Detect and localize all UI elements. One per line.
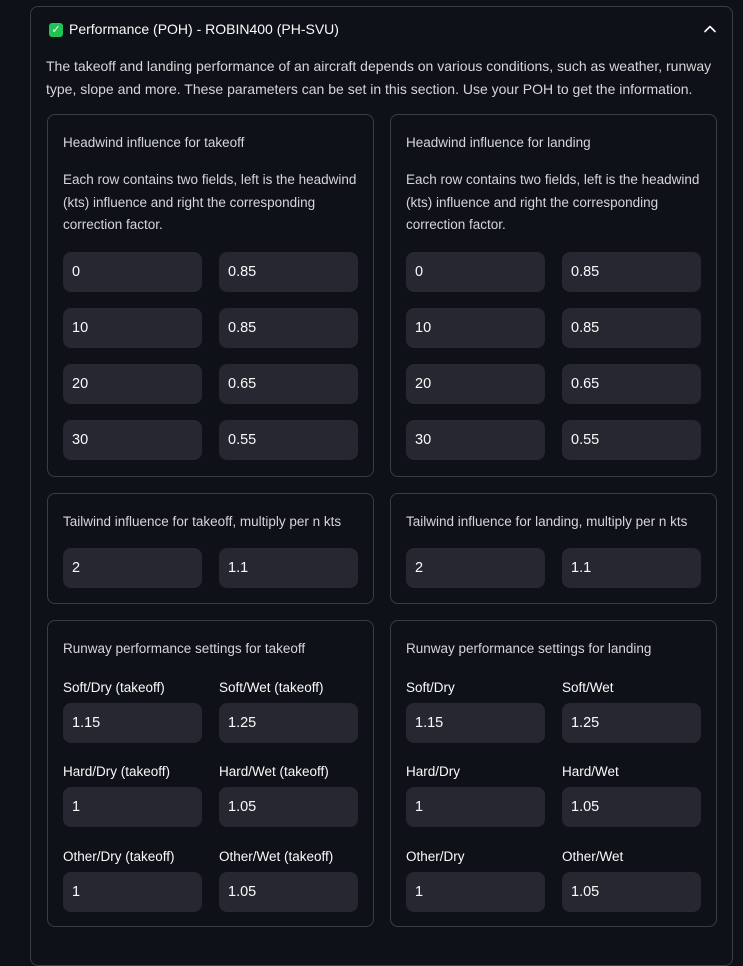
headwind-kts-input[interactable]: 10 <box>406 308 545 348</box>
headwind-factor-input[interactable]: 0.55 <box>219 420 358 460</box>
soft-wet-input[interactable]: 1.25 <box>562 703 701 743</box>
headwind-kts-input[interactable]: 0 <box>406 252 545 292</box>
card-title: Tailwind influence for landing, multiply… <box>406 514 688 529</box>
tailwind-takeoff-card: Tailwind influence for takeoff, multiply… <box>47 493 374 604</box>
expander-description: The takeoff and landing performance of a… <box>46 58 712 97</box>
hard-dry-label: Hard/Dry (takeoff) <box>63 764 171 779</box>
tailwind-factor-input[interactable]: 1.1 <box>562 548 701 588</box>
other-wet-input[interactable]: 1.05 <box>562 872 701 912</box>
soft-dry-input[interactable]: 1.15 <box>63 703 202 743</box>
soft-wet-label: Soft/Wet <box>562 680 614 695</box>
card-title: Headwind influence for takeoff <box>63 135 245 150</box>
headwind-kts-input[interactable]: 0 <box>63 252 202 292</box>
soft-dry-label: Soft/Dry (takeoff) <box>63 680 165 695</box>
other-dry-label: Other/Dry <box>406 849 465 864</box>
chevron-up-icon[interactable] <box>702 21 718 37</box>
tailwind-factor-input[interactable]: 1.1 <box>219 548 358 588</box>
hard-wet-input[interactable]: 1.05 <box>219 787 358 827</box>
hard-dry-label: Hard/Dry <box>406 764 461 779</box>
card-title: Runway performance settings for takeoff <box>63 641 306 656</box>
other-dry-label: Other/Dry (takeoff) <box>63 849 175 864</box>
other-wet-label: Other/Wet <box>562 849 624 864</box>
card-title: Runway performance settings for landing <box>406 641 652 656</box>
tailwind-kts-input[interactable]: 2 <box>63 548 202 588</box>
runway-takeoff-card: Runway performance settings for takeoff … <box>47 620 374 927</box>
headwind-factor-input[interactable]: 0.55 <box>562 420 701 460</box>
soft-wet-input[interactable]: 1.25 <box>219 703 358 743</box>
hard-dry-input[interactable]: 1 <box>406 787 545 827</box>
card-title: Tailwind influence for takeoff, multiply… <box>63 514 342 529</box>
hard-dry-input[interactable]: 1 <box>63 787 202 827</box>
headwind-kts-input[interactable]: 30 <box>406 420 545 460</box>
tailwind-landing-card: Tailwind influence for landing, multiply… <box>390 493 717 604</box>
hard-wet-label: Hard/Wet (takeoff) <box>219 764 329 779</box>
headwind-takeoff-card: Headwind influence for takeoff Each row … <box>47 114 374 477</box>
soft-wet-label: Soft/Wet (takeoff) <box>219 680 324 695</box>
card-description: Each row contains two fields, left is th… <box>406 172 700 232</box>
runway-landing-card: Runway performance settings for landing … <box>390 620 717 927</box>
hard-wet-input[interactable]: 1.05 <box>562 787 701 827</box>
headwind-factor-input[interactable]: 0.85 <box>219 252 358 292</box>
other-dry-input[interactable]: 1 <box>63 872 202 912</box>
headwind-kts-input[interactable]: 30 <box>63 420 202 460</box>
expander-title: Performance (POH) - ROBIN400 (PH-SVU) <box>69 21 339 37</box>
headwind-factor-input[interactable]: 0.65 <box>219 364 358 404</box>
other-dry-input[interactable]: 1 <box>406 872 545 912</box>
soft-dry-input[interactable]: 1.15 <box>406 703 545 743</box>
headwind-kts-input[interactable]: 10 <box>63 308 202 348</box>
hard-wet-label: Hard/Wet <box>562 764 619 779</box>
card-description: Each row contains two fields, left is th… <box>63 172 357 232</box>
soft-dry-label: Soft/Dry <box>406 680 455 695</box>
tailwind-kts-input[interactable]: 2 <box>406 548 545 588</box>
headwind-kts-input[interactable]: 20 <box>63 364 202 404</box>
checkmark-icon: ✓ <box>49 23 63 37</box>
card-title: Headwind influence for landing <box>406 135 591 150</box>
expander-header[interactable]: ✓ Performance (POH) - ROBIN400 (PH-SVU) <box>31 7 732 55</box>
headwind-factor-input[interactable]: 0.85 <box>562 308 701 348</box>
other-wet-label: Other/Wet (takeoff) <box>219 849 334 864</box>
headwind-factor-input[interactable]: 0.85 <box>219 308 358 348</box>
headwind-landing-card: Headwind influence for landing Each row … <box>390 114 717 477</box>
other-wet-input[interactable]: 1.05 <box>219 872 358 912</box>
headwind-kts-input[interactable]: 20 <box>406 364 545 404</box>
performance-expander: ✓ Performance (POH) - ROBIN400 (PH-SVU) … <box>30 6 733 966</box>
headwind-factor-input[interactable]: 0.65 <box>562 364 701 404</box>
headwind-factor-input[interactable]: 0.85 <box>562 252 701 292</box>
